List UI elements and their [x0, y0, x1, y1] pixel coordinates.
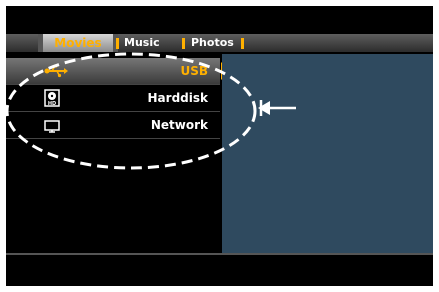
- media-player-screen: Movies Music Photos USB HD Harddisk Netw…: [6, 6, 433, 286]
- annotation-arrow-icon: [258, 100, 296, 116]
- annotation-overlay: [6, 52, 296, 170]
- annotation-dashed-ellipse: [6, 52, 257, 170]
